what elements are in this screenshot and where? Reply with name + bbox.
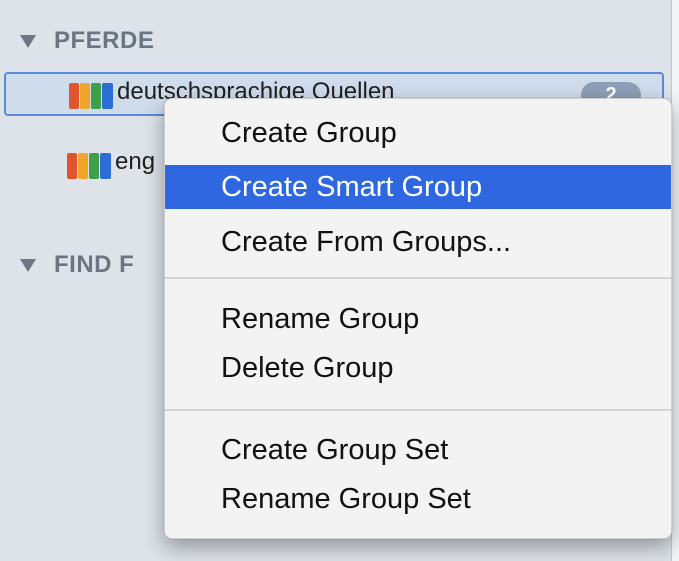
- section-header-find[interactable]: FIND F: [20, 250, 134, 280]
- menu-separator: [165, 277, 671, 279]
- section-header-pferde[interactable]: PFERDE: [20, 26, 154, 56]
- books-icon: [69, 83, 113, 109]
- disclosure-triangle-icon[interactable]: [20, 34, 36, 48]
- disclosure-triangle-icon[interactable]: [20, 258, 36, 272]
- menu-item-create-group[interactable]: Create Group: [165, 111, 671, 155]
- menu-item-rename-group-set[interactable]: Rename Group Set: [165, 477, 671, 521]
- menu-item-create-group-set[interactable]: Create Group Set: [165, 428, 671, 472]
- books-icon: [67, 153, 111, 179]
- menu-separator: [165, 409, 671, 411]
- section-header-label: FIND F: [54, 251, 135, 278]
- section-header-label: PFERDE: [54, 27, 155, 54]
- sidebar-item-label: eng: [115, 148, 156, 175]
- menu-item-delete-group[interactable]: Delete Group: [165, 346, 671, 390]
- menu-item-create-from-groups[interactable]: Create From Groups...: [165, 220, 671, 264]
- menu-item-rename-group[interactable]: Rename Group: [165, 297, 671, 341]
- menu-item-create-smart-group[interactable]: Create Smart Group: [165, 165, 671, 209]
- sidebar-divider[interactable]: [671, 0, 679, 561]
- context-menu: Create Group Create Smart Group Create F…: [164, 98, 672, 539]
